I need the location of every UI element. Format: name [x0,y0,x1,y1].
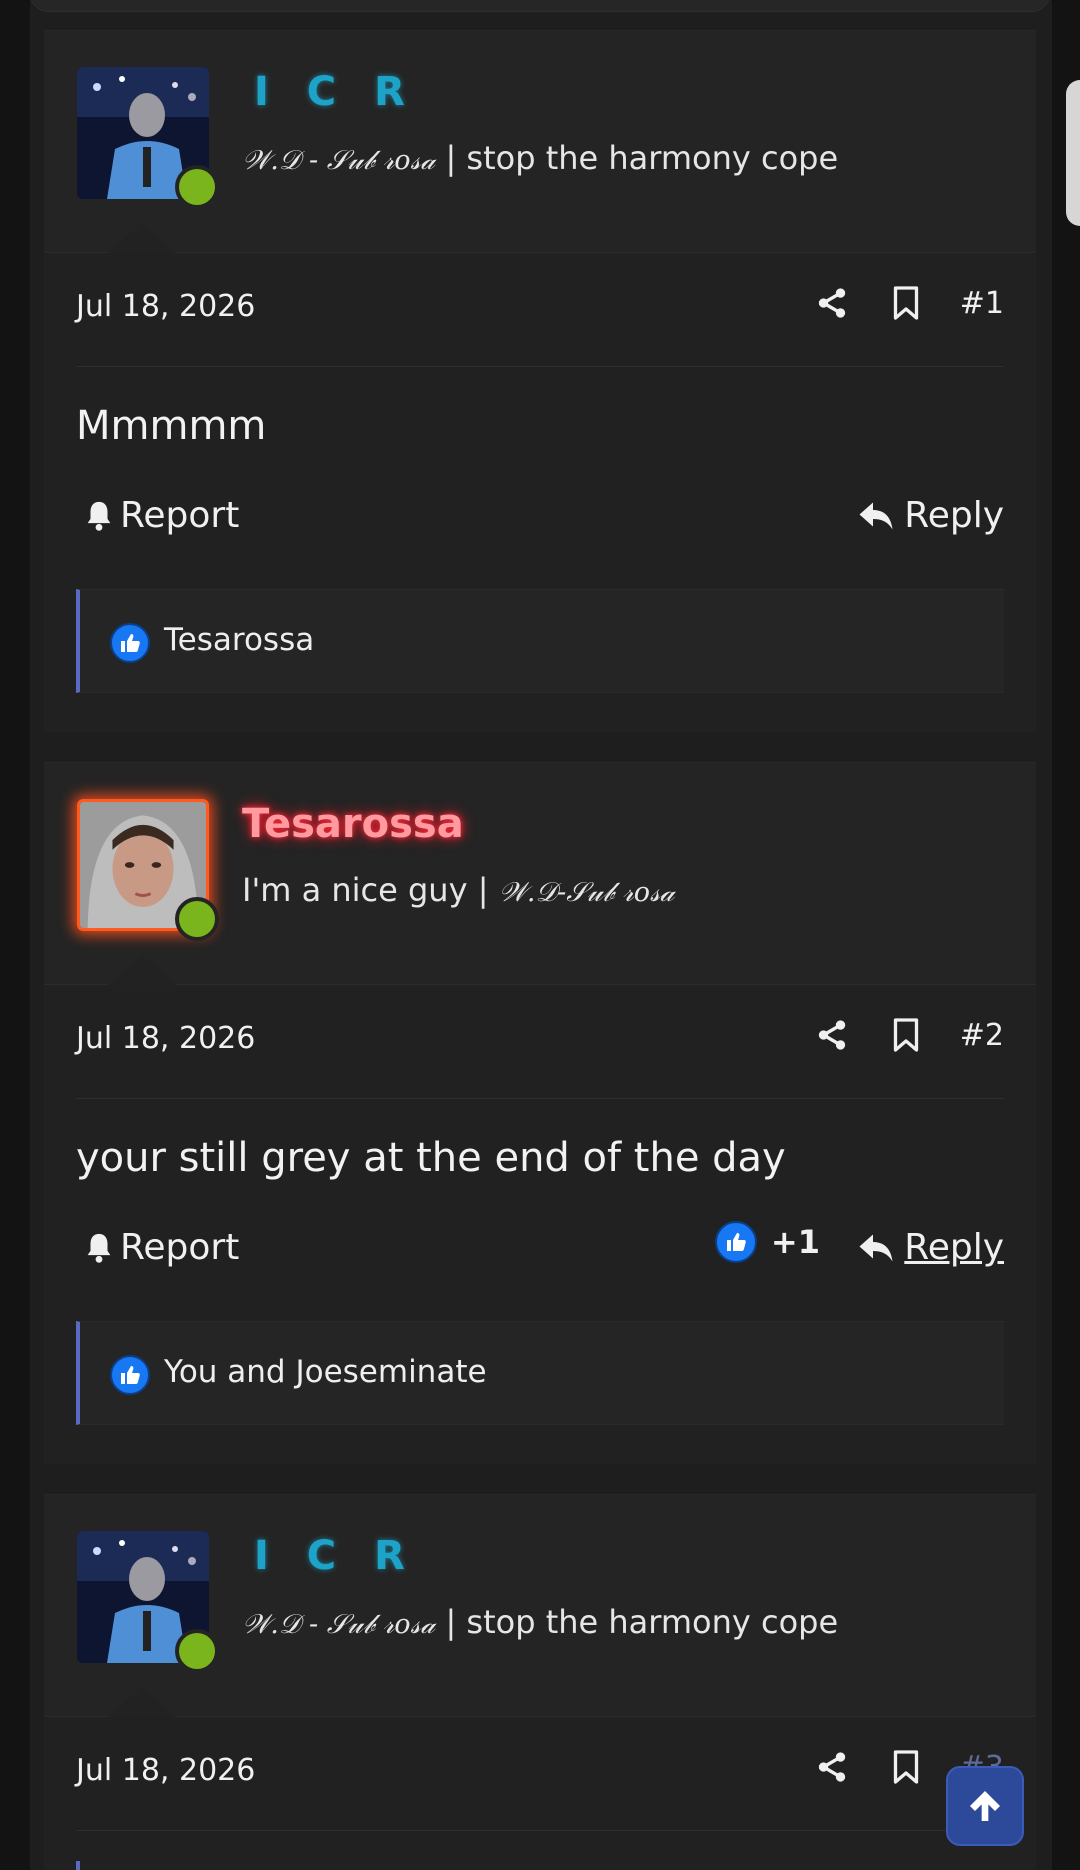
post-date[interactable]: Jul 18, 2026 [76,1753,255,1788]
user-title-text: | stop the harmony cope [435,139,839,177]
user-title-script: 𝒲.𝒟 - 𝒮𝓊𝒷 𝓇𝑜𝓈𝒶 [242,145,436,176]
previous-card-edge [30,0,1050,12]
online-status-dot [175,165,219,209]
reply-arrow-icon [859,502,893,529]
reaction-count: +1 [770,1223,820,1261]
post-actions: Report Reply [76,485,1004,557]
report-label: Report [120,1227,240,1268]
post-date[interactable]: Jul 18, 2026 [76,289,255,324]
header-pointer [108,1687,176,1717]
bookmark-icon[interactable] [886,283,926,323]
reply-button[interactable]: Reply [858,1227,1004,1268]
report-button[interactable]: Report [82,1227,239,1268]
avatar[interactable] [77,67,219,209]
bell-icon [87,1233,111,1263]
bookmark-icon[interactable] [886,1015,926,1055]
reactions-bar[interactable]: You and Joeseminate [76,1321,1004,1425]
post-number[interactable]: #2 [960,1018,1004,1053]
header-pointer [108,955,176,985]
reaction-summary[interactable]: +1 [714,1221,820,1263]
bookmark-icon[interactable] [886,1747,926,1787]
header-pointer [108,223,176,253]
side-drawer-handle[interactable] [1066,80,1080,226]
post-meta-actions: #1 [778,283,1004,323]
reactions-bar[interactable]: Tesarossa [76,589,1004,693]
username[interactable]: I C R [254,69,417,115]
thumbs-up-icon [714,1221,757,1263]
post-header: Tesarossa I'm a nice guy | 𝒲.𝒟-𝒮𝓊𝒷 𝓇𝑜𝓈𝒶 [44,763,1036,985]
user-title-text: | stop the harmony cope [435,1603,839,1641]
reply-arrow-icon [859,1234,893,1261]
post-header: I C R 𝒲.𝒟 - 𝒮𝓊𝒷 𝓇𝑜𝓈𝒶 | stop the harmony … [44,1495,1036,1717]
reply-label: Reply [904,495,1004,536]
user-title-script: 𝒲.𝒟 - 𝒮𝓊𝒷 𝓇𝑜𝓈𝒶 [242,1609,436,1640]
thumbs-up-icon [110,623,150,663]
scroll-to-top-button[interactable] [946,1766,1024,1846]
post-actions: Report +1 Reply [76,1217,1004,1289]
online-status-dot [175,1629,219,1673]
user-title: 𝒲.𝒟 - 𝒮𝓊𝒷 𝓇𝑜𝓈𝒶 | stop the harmony cope [242,1603,838,1641]
user-title: 𝒲.𝒟 - 𝒮𝓊𝒷 𝓇𝑜𝓈𝒶 | stop the harmony cope [242,139,838,177]
share-icon[interactable] [812,283,852,323]
reaction-users[interactable]: You and Joeseminate [164,1354,487,1390]
post-date[interactable]: Jul 18, 2026 [76,1021,255,1056]
share-icon[interactable] [812,1747,852,1787]
post-message: your still grey at the end of the day [76,1135,786,1181]
thread-page: I C R 𝒲.𝒟 - 𝒮𝓊𝒷 𝓇𝑜𝓈𝒶 | stop the harmony … [0,0,1080,1870]
report-button[interactable]: Report [82,495,239,536]
post-2: Tesarossa I'm a nice guy | 𝒲.𝒟-𝒮𝓊𝒷 𝓇𝑜𝓈𝒶 … [44,762,1036,1464]
reactions-bar-edge [76,1861,1004,1870]
post-1: I C R 𝒲.𝒟 - 𝒮𝓊𝒷 𝓇𝑜𝓈𝒶 | stop the harmony … [44,30,1036,732]
post-meta-actions: #2 [778,1015,1004,1055]
report-label: Report [120,495,240,536]
post-3: I C R 𝒲.𝒟 - 𝒮𝓊𝒷 𝓇𝑜𝓈𝒶 | stop the harmony … [44,1494,1036,1870]
post-message: Mmmmm [76,403,267,449]
post-header: I C R 𝒲.𝒟 - 𝒮𝓊𝒷 𝓇𝑜𝓈𝒶 | stop the harmony … [44,31,1036,253]
user-title-text: I'm a nice guy | [242,871,499,909]
post-meta: Jul 18, 2026 #3 [76,1717,1004,1831]
avatar[interactable] [77,799,219,941]
username[interactable]: Tesarossa [242,801,464,847]
share-icon[interactable] [812,1015,852,1055]
arrow-up-icon [970,1791,1000,1821]
reply-button[interactable]: Reply [858,495,1004,536]
post-number[interactable]: #1 [960,286,1004,321]
reaction-users[interactable]: Tesarossa [164,622,314,658]
post-meta: Jul 18, 2026 #2 [76,985,1004,1099]
post-meta: Jul 18, 2026 #1 [76,253,1004,367]
online-status-dot [175,897,219,941]
reply-label: Reply [904,1227,1004,1268]
avatar[interactable] [77,1531,219,1673]
username[interactable]: I C R [254,1533,417,1579]
user-title-script: 𝒲.𝒟-𝒮𝓊𝒷 𝓇𝑜𝓈𝒶 [498,877,675,908]
thumbs-up-icon [110,1355,150,1395]
user-title: I'm a nice guy | 𝒲.𝒟-𝒮𝓊𝒷 𝓇𝑜𝓈𝒶 [242,871,675,909]
bell-icon [87,501,111,531]
